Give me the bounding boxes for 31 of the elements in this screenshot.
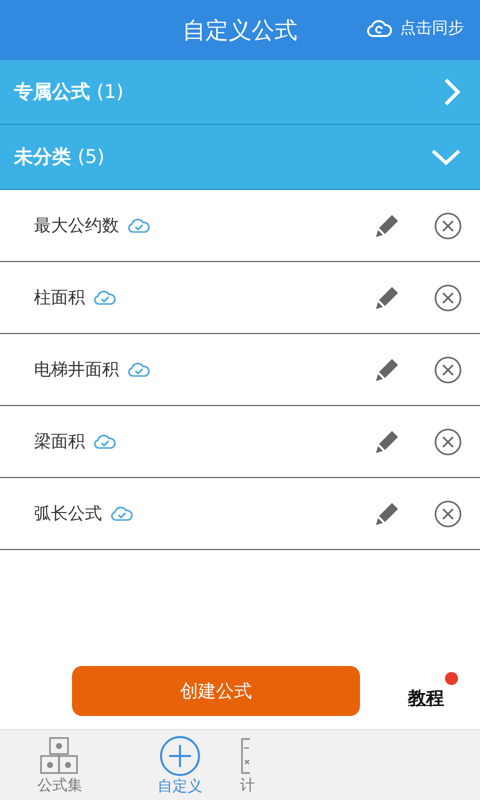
- formula-name[interactable]: 最大公约数: [34, 214, 119, 237]
- formula-name[interactable]: 柱面积: [34, 286, 85, 309]
- chevron-down-icon: [430, 147, 462, 167]
- formula-name[interactable]: 电梯井面积: [34, 358, 119, 381]
- group-title: 未分类 (5): [14, 145, 105, 170]
- sync-button[interactable]: 点击同步: [366, 18, 464, 39]
- nav-tab[interactable]: 公式集: [0, 730, 120, 800]
- delete-icon[interactable]: [434, 284, 462, 312]
- delete-icon[interactable]: [434, 356, 462, 384]
- nav-tab[interactable]: 计: [240, 730, 260, 800]
- group-title: 专属公式 (1): [14, 80, 124, 105]
- cloud-sync-icon: [366, 18, 392, 38]
- group-header[interactable]: 专属公式 (1): [0, 60, 480, 125]
- pencil-icon[interactable]: [374, 284, 400, 310]
- tutorial-link[interactable]: 教程: [408, 688, 444, 709]
- create-formula-button[interactable]: 创建公式: [72, 666, 360, 716]
- formula-name[interactable]: 梁面积: [34, 430, 85, 453]
- chevron-right-icon: [442, 77, 462, 107]
- plus-circle-icon: [159, 734, 201, 776]
- pencil-icon[interactable]: [374, 356, 400, 382]
- calculator-icon: [240, 736, 250, 776]
- pencil-icon[interactable]: [374, 500, 400, 526]
- pencil-icon[interactable]: [374, 428, 400, 454]
- nav-tab[interactable]: 自定义: [120, 730, 240, 800]
- delete-icon[interactable]: [434, 212, 462, 240]
- delete-icon[interactable]: [434, 500, 462, 528]
- delete-icon[interactable]: [434, 428, 462, 456]
- formula-name[interactable]: 弧长公式: [34, 502, 102, 525]
- group-header[interactable]: 未分类 (5): [0, 125, 480, 190]
- window-title: 自定义公式: [182, 16, 298, 46]
- pencil-icon[interactable]: [374, 212, 400, 238]
